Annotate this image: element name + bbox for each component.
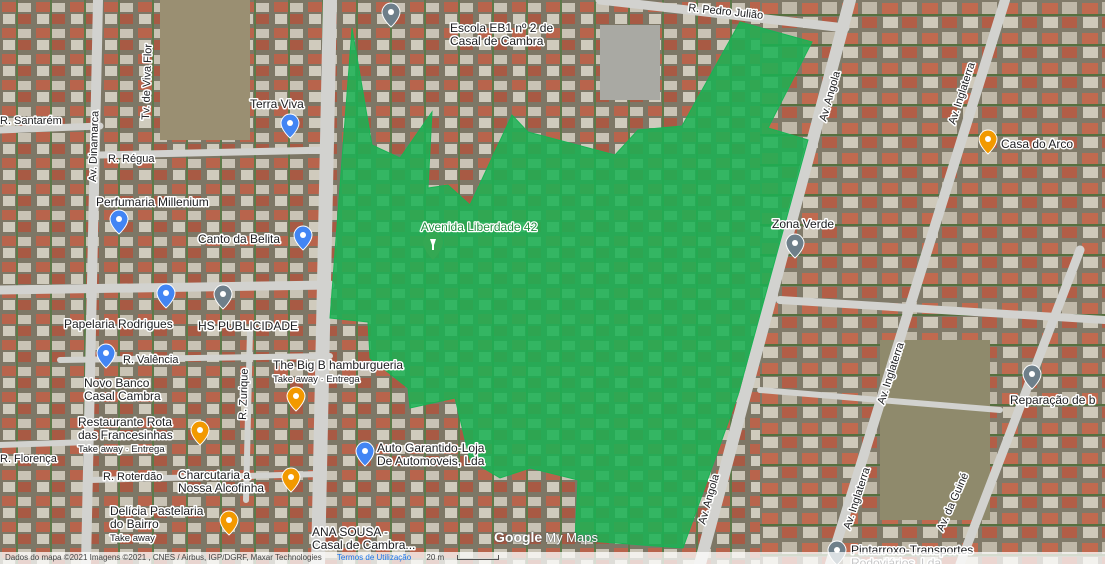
map-canvas[interactable]: Avenida Liberdade 42 R. Pedro Julião Av.… bbox=[0, 0, 1105, 564]
place-label: Restaurante Rota bbox=[78, 415, 172, 429]
place-label: Casal de Cambra bbox=[450, 34, 544, 48]
place-label: ANA SOUSA - bbox=[312, 525, 388, 539]
google-logo-text: Google bbox=[494, 529, 543, 545]
terms-link[interactable]: Termos de Utilização bbox=[337, 553, 411, 562]
place-label: Canto da Belita bbox=[198, 232, 280, 246]
place-label: The Big B hamburgueria bbox=[273, 358, 403, 372]
place-label: do Bairro bbox=[110, 517, 159, 531]
scale-bar bbox=[457, 555, 500, 561]
place-label: Perfumaria Millenium bbox=[96, 195, 209, 209]
road-label-r-florenca: R. Florença bbox=[0, 453, 58, 465]
place-label: Auto Garantido-Loja bbox=[377, 441, 485, 455]
road-label-r-santarem: R. Santarém bbox=[0, 115, 62, 127]
place-label: Charcutaria a bbox=[178, 468, 250, 482]
place-label: Casal Cambra bbox=[84, 389, 161, 403]
road-label-av-dinamarca: Av. Dinamarca bbox=[87, 110, 102, 182]
road-r-florenca bbox=[0, 439, 93, 448]
road-label-r-zurique: R. Zurique bbox=[237, 368, 251, 420]
place-label: Casa do Arco bbox=[1001, 137, 1073, 151]
place-label: Nossa Alcofinha bbox=[178, 481, 264, 495]
my-maps-logo-text: My Maps bbox=[545, 530, 598, 545]
place-label: Papelaria Rodrigues bbox=[64, 317, 173, 331]
area-label: Avenida Liberdade 42 bbox=[421, 220, 538, 234]
place-label: Delícia Pastelaria bbox=[110, 504, 204, 518]
place-label: Casal de Cambra... bbox=[312, 538, 415, 552]
dirt-lot bbox=[160, 0, 250, 140]
road-label-r-roterdao: R. Roterdão bbox=[103, 471, 162, 483]
google-my-maps-logo: Google My Maps bbox=[494, 529, 598, 545]
scale-label: 20 m bbox=[426, 553, 445, 562]
place-label: Reparação de b bbox=[1010, 393, 1096, 407]
attribution-text: Dados do mapa ©2021 Imagens ©2021 , CNES… bbox=[5, 553, 322, 562]
place-label: De Automoveis, Lda bbox=[377, 454, 485, 468]
school-yard bbox=[600, 25, 660, 100]
place-label: Take away bbox=[110, 533, 155, 544]
road-label-r-valencia: R. Valência bbox=[123, 354, 179, 366]
place-label: Take away · Entrega bbox=[273, 374, 360, 385]
road-label-r-regua: R. Régua bbox=[108, 153, 155, 165]
map-footer: Dados do mapa ©2021 Imagens ©2021 , CNES… bbox=[0, 552, 1105, 564]
place-label: Zona Verde bbox=[772, 217, 834, 231]
place-label: Terra Viva bbox=[250, 97, 304, 111]
place-label: Novo Banco bbox=[84, 376, 150, 390]
place-label: das Francesinhas bbox=[78, 428, 173, 442]
place-label: Take away · Entrega bbox=[78, 444, 165, 455]
place-label: Escola EB1 nº 2 de bbox=[450, 21, 553, 35]
place-label: HS PUBLICIDADE bbox=[198, 319, 298, 333]
